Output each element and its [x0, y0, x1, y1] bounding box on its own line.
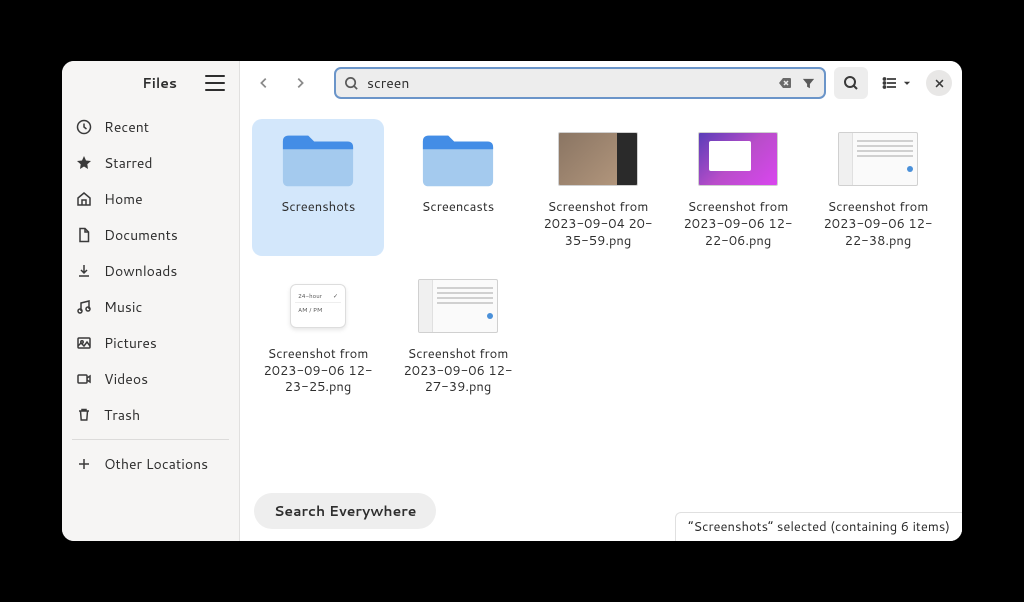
star-icon	[76, 155, 92, 171]
app-title: Files	[76, 73, 205, 93]
sidebar-item-label: Pictures	[104, 333, 157, 353]
file-grid: Screenshots Screencasts Screenshot from 20…	[252, 119, 950, 402]
search-field[interactable]	[334, 67, 826, 99]
sidebar-list: Recent Starred Home Documents	[62, 105, 239, 541]
sidebar-item-pictures[interactable]: Pictures	[62, 325, 239, 361]
close-button[interactable]	[926, 70, 952, 96]
item-label: Screenshot from 2023-09-06 12-22-06.png	[678, 199, 798, 250]
file-item[interactable]: Screenshot from 2023-09-06 12-27-39.png	[392, 266, 524, 403]
item-label: Screenshot from 2023-09-06 12-27-39.png	[398, 346, 518, 397]
thumbnail-icon	[698, 125, 778, 193]
search-input[interactable]	[367, 73, 769, 93]
item-label: Screenshots	[281, 199, 356, 216]
folder-item[interactable]: Screenshots	[252, 119, 384, 256]
toolbar	[240, 61, 962, 105]
clear-search-icon[interactable]	[777, 75, 793, 91]
sidebar-item-label: Music	[104, 297, 142, 317]
sidebar: Files Recent Starred	[62, 61, 240, 541]
file-item[interactable]: 24-hour✓AM / PM Screenshot from 2023-09-0…	[252, 266, 384, 403]
plus-icon	[76, 456, 92, 472]
filter-icon[interactable]	[801, 76, 816, 91]
home-icon	[76, 191, 92, 207]
divider	[72, 439, 229, 440]
document-icon	[76, 227, 92, 243]
music-icon	[76, 299, 92, 315]
forward-button[interactable]	[286, 69, 314, 97]
trash-icon	[76, 407, 92, 423]
back-button[interactable]	[250, 69, 278, 97]
sidebar-item-label: Trash	[104, 405, 140, 425]
folder-icon	[418, 125, 498, 193]
folder-item[interactable]: Screencasts	[392, 119, 524, 256]
sidebar-item-label: Starred	[104, 153, 153, 173]
view-mode-button[interactable]	[876, 67, 918, 99]
sidebar-item-label: Recent	[104, 117, 149, 137]
sidebar-item-music[interactable]: Music	[62, 289, 239, 325]
item-label: Screenshot from 2023-09-04 20-35-59.png	[538, 199, 658, 250]
thumbnail-icon	[558, 125, 638, 193]
thumbnail-icon: 24-hour✓AM / PM	[278, 272, 358, 340]
sidebar-header: Files	[62, 61, 239, 105]
file-manager-window: Files Recent Starred	[62, 61, 962, 541]
videos-icon	[76, 371, 92, 387]
sidebar-item-label: Videos	[104, 369, 148, 389]
sidebar-item-videos[interactable]: Videos	[62, 361, 239, 397]
sidebar-item-label: Other Locations	[104, 454, 208, 474]
file-item[interactable]: Screenshot from 2023-09-06 12-22-06.png	[672, 119, 804, 256]
download-icon	[76, 263, 92, 279]
sidebar-item-downloads[interactable]: Downloads	[62, 253, 239, 289]
item-label: Screenshot from 2023-09-06 12-22-38.png	[818, 199, 938, 250]
sidebar-item-documents[interactable]: Documents	[62, 217, 239, 253]
chevron-down-icon	[902, 78, 912, 88]
thumbnail-icon	[418, 272, 498, 340]
clock-icon	[76, 119, 92, 135]
file-item[interactable]: Screenshot from 2023-09-04 20-35-59.png	[532, 119, 664, 256]
item-label: Screenshot from 2023-09-06 12-23-25.png	[258, 346, 378, 397]
item-label: Screencasts	[422, 199, 495, 216]
thumbnail-icon	[838, 125, 918, 193]
search-icon	[344, 76, 359, 91]
sidebar-item-label: Documents	[104, 225, 178, 245]
hamburger-icon[interactable]	[205, 75, 225, 91]
status-bar: “Screenshots” selected (containing 6 ite…	[675, 512, 962, 541]
search-button[interactable]	[834, 67, 868, 99]
sidebar-item-starred[interactable]: Starred	[62, 145, 239, 181]
sidebar-item-other-locations[interactable]: Other Locations	[62, 446, 239, 482]
search-everywhere-button[interactable]: Search Everywhere	[254, 493, 436, 529]
sidebar-item-label: Downloads	[104, 261, 177, 281]
main-area: Screenshots Screencasts Screenshot from 20…	[240, 61, 962, 541]
sidebar-item-home[interactable]: Home	[62, 181, 239, 217]
file-item[interactable]: Screenshot from 2023-09-06 12-22-38.png	[812, 119, 944, 256]
sidebar-item-trash[interactable]: Trash	[62, 397, 239, 433]
content-area: Screenshots Screencasts Screenshot from 20…	[240, 105, 962, 541]
sidebar-item-recent[interactable]: Recent	[62, 109, 239, 145]
pictures-icon	[76, 335, 92, 351]
list-icon	[882, 75, 898, 91]
folder-icon	[278, 125, 358, 193]
sidebar-item-label: Home	[104, 189, 143, 209]
